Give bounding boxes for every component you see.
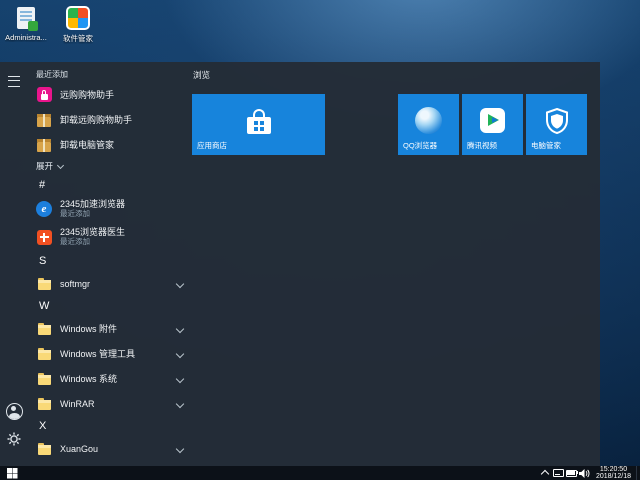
- app-label: 远购购物助手: [60, 88, 186, 101]
- start-button[interactable]: [0, 466, 24, 480]
- app-sublabel: 最近添加: [60, 209, 186, 219]
- app-row-windows-accessories[interactable]: Windows 附件: [36, 316, 188, 341]
- app-row-windows-admin-tools[interactable]: Windows 管理工具: [36, 341, 188, 366]
- app-label: 卸载电脑管家: [60, 138, 186, 151]
- folder-icon: [36, 321, 52, 337]
- taskbar: 15:20:50 2018/12/18: [0, 466, 640, 480]
- start-menu: 最近添加 远购购物助手 卸载远购购物助手 卸载电脑管家 展开 #: [0, 62, 600, 466]
- battery-icon: [566, 470, 577, 477]
- speaker-icon: [579, 469, 590, 478]
- gear-icon: [7, 432, 21, 446]
- show-desktop-button[interactable]: [636, 466, 640, 480]
- expand-label: 展开: [36, 160, 53, 172]
- folder-icon: [36, 276, 52, 292]
- clock-time: 15:20:50: [600, 466, 627, 474]
- desktop-icon-label: Administra...: [5, 33, 47, 42]
- chevron-down-icon: [176, 279, 184, 287]
- tile-label: 腾讯视频: [467, 140, 497, 151]
- tray-battery-button[interactable]: [565, 466, 578, 480]
- chevron-down-icon: [176, 444, 184, 452]
- app-list: 最近添加 远购购物助手 卸载远购购物助手 卸载电脑管家 展开 #: [36, 66, 188, 461]
- desktop-icon-label: 软件管家: [63, 33, 93, 44]
- hamburger-icon: [8, 76, 20, 87]
- tray-overflow-button[interactable]: [539, 466, 552, 480]
- chevron-down-icon: [176, 324, 184, 332]
- tile-tencent-video[interactable]: 腾讯视频: [462, 94, 523, 155]
- tile-qq-browser[interactable]: QQ浏览器: [398, 94, 459, 155]
- chevron-down-icon: [176, 374, 184, 382]
- settings-button[interactable]: [0, 426, 28, 452]
- expand-rail-button[interactable]: [0, 68, 28, 94]
- tile-label: QQ浏览器: [403, 140, 437, 151]
- app-label: softmgr: [60, 279, 169, 289]
- uninstall-box-icon: [36, 112, 52, 128]
- folder-icon: [36, 346, 52, 362]
- browser-doctor-icon: [36, 229, 52, 245]
- app-label: Windows 系统: [60, 372, 169, 385]
- tile-area: 浏览 应用商店 QQ浏览器 腾讯视频 电脑管: [192, 66, 596, 166]
- user-account-button[interactable]: [0, 398, 28, 424]
- chevron-down-icon: [176, 399, 184, 407]
- tile-app-store[interactable]: 应用商店: [192, 94, 325, 155]
- tray-volume-button[interactable]: [578, 466, 591, 480]
- app-row-uninstall-shopping-assistant[interactable]: 卸载远购购物助手: [36, 107, 188, 132]
- folder-icon: [36, 371, 52, 387]
- tile-label: 电脑管家: [531, 140, 561, 151]
- desktop-icon-administrator[interactable]: Administra...: [3, 5, 49, 42]
- section-letter-hash[interactable]: #: [36, 175, 188, 195]
- tile-pc-manager[interactable]: 电脑管家: [526, 94, 587, 155]
- windows-logo-icon: [7, 468, 12, 473]
- app-row-winrar[interactable]: WinRAR: [36, 391, 188, 416]
- app-row-2345-browser[interactable]: 2345加速浏览器 最近添加: [36, 195, 188, 223]
- tile-group-header[interactable]: 浏览: [193, 69, 210, 81]
- app-row-windows-system[interactable]: Windows 系统: [36, 366, 188, 391]
- chevron-down-icon: [176, 349, 184, 357]
- folder-icon: [36, 396, 52, 412]
- app-row-2345-browser-doctor[interactable]: 2345浏览器医生 最近添加: [36, 223, 188, 251]
- tile-label: 应用商店: [197, 140, 227, 151]
- app-label: XuanGou: [60, 444, 169, 454]
- app-row-xuangou[interactable]: XuanGou: [36, 436, 188, 461]
- system-tray: 15:20:50 2018/12/18: [539, 466, 640, 480]
- recently-added-header: 最近添加: [36, 66, 188, 82]
- desktop-icon-software-manager[interactable]: 软件管家: [55, 5, 101, 44]
- section-letter-s[interactable]: S: [36, 251, 188, 271]
- chevron-up-icon: [541, 470, 549, 478]
- app-label: 2345加速浏览器: [60, 199, 186, 209]
- user-icon: [6, 403, 23, 420]
- shopping-bag-icon: [36, 87, 52, 103]
- folder-icon: [36, 441, 52, 457]
- clock-date: 2018/12/18: [596, 473, 631, 480]
- chevron-down-icon: [57, 161, 64, 168]
- software-manager-icon: [65, 5, 91, 31]
- screen: Administra... 软件管家 最近添加: [0, 0, 640, 480]
- app-sublabel: 最近添加: [60, 237, 186, 247]
- app-row-shopping-assistant[interactable]: 远购购物助手: [36, 82, 188, 107]
- keyboard-icon: [553, 469, 564, 477]
- section-letter-x[interactable]: X: [36, 416, 188, 436]
- section-letter-w[interactable]: W: [36, 296, 188, 316]
- app-label: 卸载远购购物助手: [60, 113, 186, 126]
- app-label: Windows 附件: [60, 322, 169, 335]
- app-label: WinRAR: [60, 399, 169, 409]
- app-row-softmgr[interactable]: softmgr: [36, 271, 188, 296]
- app-label: 2345浏览器医生: [60, 227, 186, 237]
- taskbar-clock[interactable]: 15:20:50 2018/12/18: [591, 466, 636, 480]
- browser-e-icon: [36, 201, 52, 217]
- administrator-files-icon: [13, 5, 39, 31]
- start-rail: [0, 62, 28, 466]
- tray-keyboard-button[interactable]: [552, 466, 565, 480]
- expand-button[interactable]: 展开: [36, 157, 188, 175]
- uninstall-box-icon: [36, 137, 52, 153]
- app-label: Windows 管理工具: [60, 347, 169, 360]
- app-row-uninstall-pc-manager[interactable]: 卸载电脑管家: [36, 132, 188, 157]
